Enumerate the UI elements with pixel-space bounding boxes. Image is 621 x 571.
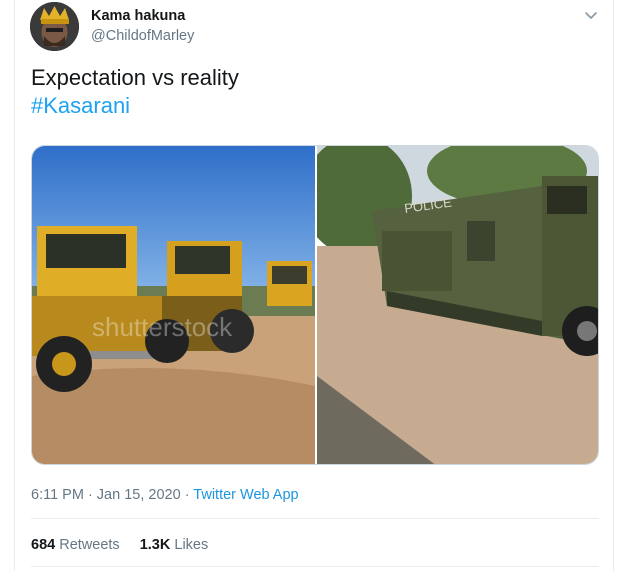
media-image-graders[interactable]: shutterstock bbox=[32, 146, 315, 464]
watermark-text: shutterstock bbox=[92, 312, 233, 342]
timestamp-text[interactable]: 6:11 PM · Jan 15, 2020 bbox=[31, 487, 181, 503]
likes-stat[interactable]: 1.3K Likes bbox=[140, 537, 209, 553]
likes-label: Likes bbox=[174, 537, 209, 553]
retweets-count: 684 bbox=[31, 537, 56, 553]
chevron-down-icon[interactable] bbox=[582, 6, 600, 24]
source-link[interactable]: Twitter Web App bbox=[193, 487, 298, 503]
avatar[interactable] bbox=[30, 2, 79, 51]
tweet-media[interactable]: shutterstock POLICE bbox=[31, 145, 599, 465]
separator: · bbox=[180, 487, 194, 503]
author-handle[interactable]: @ChildofMarley bbox=[91, 28, 194, 44]
retweets-stat[interactable]: 684 Retweets bbox=[31, 537, 120, 553]
hashtag-link[interactable]: #Kasarani bbox=[31, 92, 130, 120]
tweet-timestamp: 6:11 PM · Jan 15, 2020 · Twitter Web App bbox=[31, 487, 299, 503]
tweet-stats: 684 Retweets 1.3K Likes bbox=[31, 537, 224, 553]
retweets-label: Retweets bbox=[59, 537, 120, 553]
divider bbox=[31, 566, 599, 567]
media-image-police-truck[interactable]: POLICE bbox=[317, 146, 598, 464]
likes-count: 1.3K bbox=[139, 537, 171, 553]
tweet-text: Expectation vs reality bbox=[31, 65, 239, 90]
author-display-name[interactable]: Kama hakuna bbox=[91, 8, 185, 24]
divider bbox=[31, 518, 599, 519]
